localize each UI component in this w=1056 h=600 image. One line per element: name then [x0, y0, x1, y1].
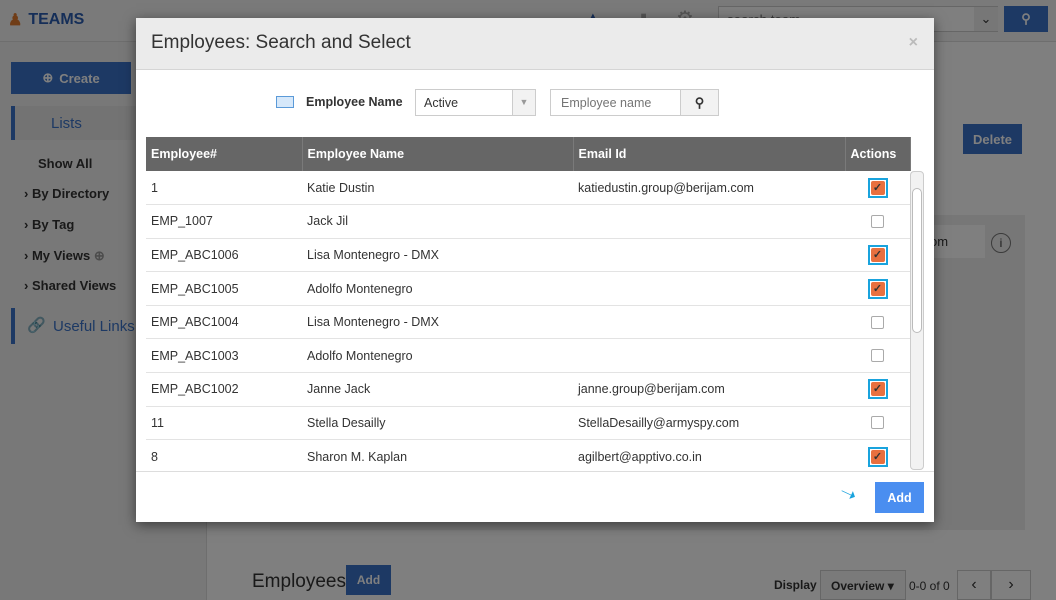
- employee-email: [573, 238, 845, 273]
- dropdown-arrow-icon: ▼: [512, 90, 535, 115]
- employee-email: agilbert@apptivo.co.in: [573, 439, 845, 470]
- col-employee-number[interactable]: Employee#: [146, 137, 303, 171]
- select-checkbox[interactable]: [871, 349, 884, 363]
- table-scrollbar[interactable]: [910, 171, 924, 470]
- table-row[interactable]: 8 Sharon M. Kaplan agilbert@apptivo.co.i…: [146, 439, 910, 470]
- filter-label: Employee Name: [306, 95, 403, 109]
- checkmark-icon: ✓: [870, 382, 885, 397]
- scrollbar-thumb[interactable]: [912, 188, 922, 333]
- checkmark-icon: ✓: [870, 449, 885, 464]
- table-header-row: Employee# Employee Name Email Id Actions: [146, 137, 911, 171]
- employee-name: Adolfo Montenegro: [302, 271, 573, 306]
- employee-name: Janne Jack: [302, 372, 573, 407]
- employee-number: 1: [146, 171, 302, 206]
- employee-number: EMP_ABC1005: [146, 271, 302, 306]
- select-checkbox-checked[interactable]: ✓: [867, 244, 888, 265]
- employee-email: katiedustin.group@berijam.com: [573, 171, 845, 206]
- actions-cell: ✓: [845, 372, 910, 407]
- employee-name: Adolfo Montenegro: [302, 338, 573, 374]
- employee-name-input[interactable]: [550, 89, 681, 116]
- modal-header: Employees: Search and Select ×: [136, 18, 934, 70]
- select-checkbox-checked[interactable]: ✓: [867, 177, 888, 198]
- close-icon[interactable]: ×: [909, 34, 918, 52]
- modal-footer-divider: [136, 471, 934, 472]
- employee-name: Jack Jil: [302, 204, 573, 239]
- table-row[interactable]: EMP_ABC1003 Adolfo Montenegro: [146, 338, 910, 374]
- id-card-icon: [276, 96, 294, 108]
- employee-number: EMP_ABC1004: [146, 305, 302, 340]
- employee-name: Katie Dustin: [302, 171, 573, 206]
- col-email[interactable]: Email Id: [573, 137, 846, 171]
- employee-name: Lisa Montenegro - DMX: [302, 238, 573, 273]
- checkmark-icon: ✓: [870, 247, 885, 262]
- modal-title: Employees: Search and Select: [151, 32, 411, 53]
- table-row[interactable]: EMP_ABC1004 Lisa Montenegro - DMX: [146, 305, 910, 340]
- employee-email: [573, 271, 845, 306]
- col-actions: Actions: [845, 137, 911, 171]
- select-checkbox[interactable]: [871, 416, 884, 430]
- employee-number: EMP_ABC1003: [146, 338, 302, 374]
- actions-cell: [845, 204, 910, 239]
- select-checkbox-checked[interactable]: ✓: [867, 278, 888, 299]
- employee-search-button[interactable]: ⚲: [680, 89, 719, 116]
- select-checkbox[interactable]: [871, 315, 884, 329]
- employee-number: 11: [146, 406, 302, 441]
- checkmark-icon: ✓: [870, 180, 885, 195]
- actions-cell: [845, 305, 910, 340]
- employee-number: EMP_1007: [146, 204, 302, 239]
- arrow-pointer-icon: ➝: [835, 480, 861, 508]
- employee-email: [573, 204, 845, 239]
- select-checkbox[interactable]: [871, 214, 884, 228]
- employee-email: [573, 305, 845, 340]
- actions-cell: [845, 338, 910, 374]
- select-checkbox-checked[interactable]: ✓: [867, 379, 888, 400]
- select-checkbox-checked[interactable]: ✓: [867, 446, 888, 467]
- employee-email: [573, 338, 845, 374]
- employee-number: 8: [146, 439, 302, 470]
- actions-cell: [845, 406, 910, 441]
- employee-name: Sharon M. Kaplan: [302, 439, 573, 470]
- actions-cell: ✓: [845, 171, 910, 206]
- employee-number: EMP_ABC1006: [146, 238, 302, 273]
- col-employee-name[interactable]: Employee Name: [302, 137, 574, 171]
- employee-email: StellaDesailly@armyspy.com: [573, 406, 845, 441]
- employee-email: janne.group@berijam.com: [573, 372, 845, 407]
- table-row[interactable]: EMP_ABC1006 Lisa Montenegro - DMX ✓: [146, 238, 910, 273]
- actions-cell: ✓: [845, 439, 910, 470]
- add-selected-button[interactable]: Add: [875, 482, 924, 513]
- table-row[interactable]: EMP_ABC1005 Adolfo Montenegro ✓: [146, 271, 910, 306]
- table-row[interactable]: 11 Stella Desailly StellaDesailly@armysp…: [146, 406, 910, 441]
- employee-name: Stella Desailly: [302, 406, 573, 441]
- employee-number: EMP_ABC1002: [146, 372, 302, 407]
- checkmark-icon: ✓: [870, 281, 885, 296]
- table-row[interactable]: EMP_1007 Jack Jil: [146, 204, 910, 239]
- actions-cell: ✓: [845, 238, 910, 273]
- table-row[interactable]: EMP_ABC1002 Janne Jack janne.group@berij…: [146, 372, 910, 407]
- employee-table: Employee# Employee Name Email Id Actions…: [146, 137, 924, 470]
- table-row[interactable]: 1 Katie Dustin katiedustin.group@berijam…: [146, 171, 910, 206]
- status-select[interactable]: Active ▼: [415, 89, 536, 116]
- actions-cell: ✓: [845, 271, 910, 306]
- employee-name: Lisa Montenegro - DMX: [302, 305, 573, 340]
- employee-search-modal: Employees: Search and Select × Employee …: [136, 18, 934, 522]
